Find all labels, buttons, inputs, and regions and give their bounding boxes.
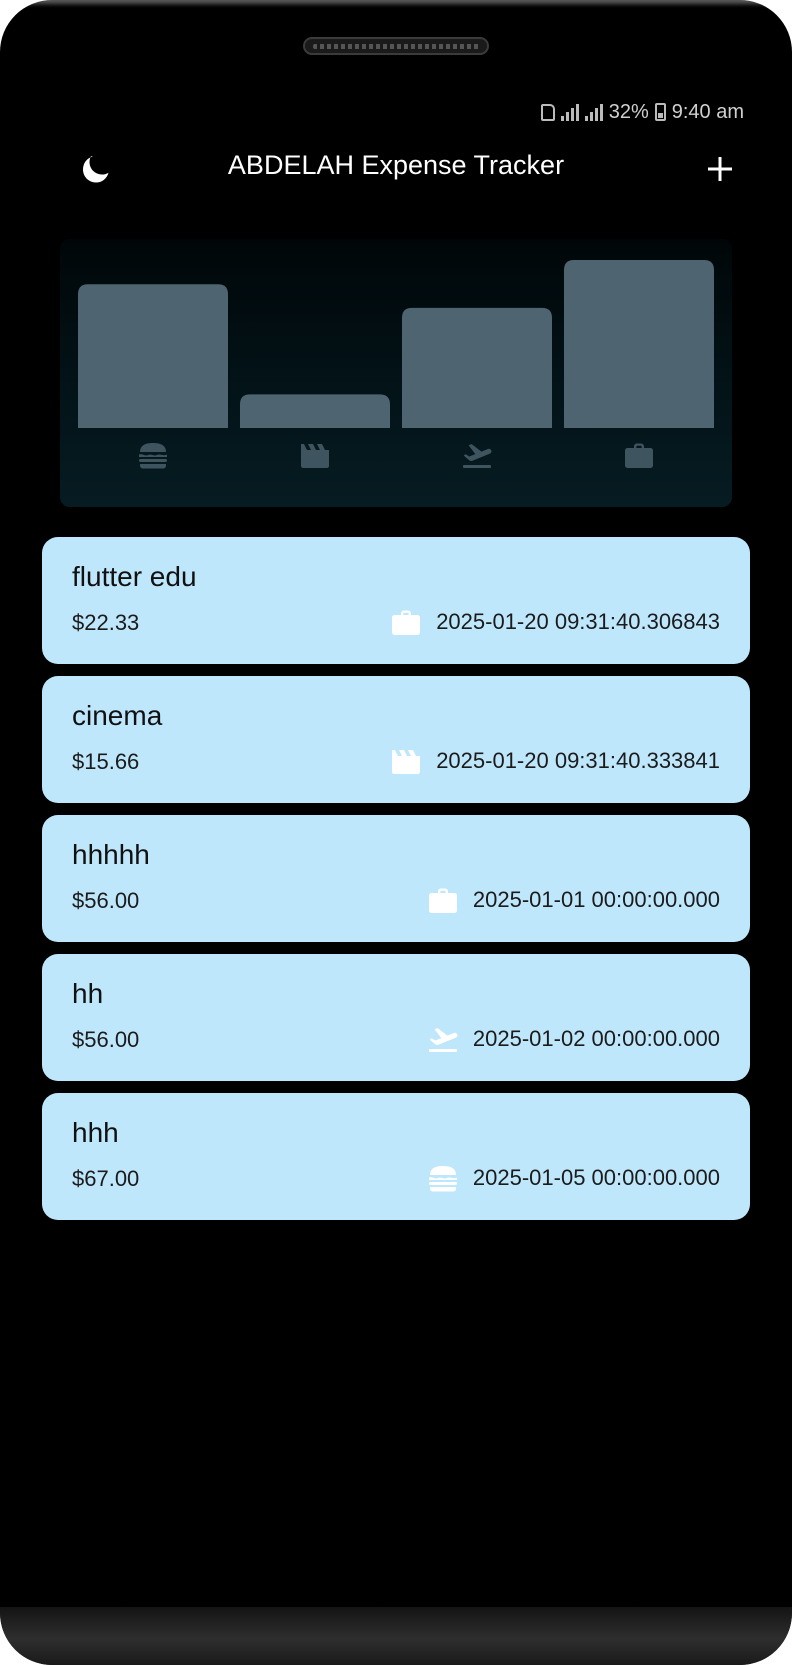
expense-card[interactable]: flutter edu $22.33 2025-01-20 09:31:40.306… <box>42 537 750 664</box>
expense-title: hhhhh <box>72 839 150 870</box>
expense-date: 2025-01-05 00:00:00.000 <box>472 1165 720 1190</box>
expense-meta: 2025-01-20 09:31:40.333841 <box>390 745 720 777</box>
phone-top-edge <box>0 0 792 30</box>
expense-title: hhh <box>72 1117 119 1148</box>
earpiece-speaker <box>303 37 489 55</box>
add-expense-button[interactable] <box>706 155 734 183</box>
expense-amount: $56.00 <box>72 1027 140 1052</box>
status-bar: 32% 9:40 am <box>540 98 744 126</box>
app-title: ABDELAH Expense Tracker <box>227 150 565 180</box>
expense-date: 2025-01-01 00:00:00.000 <box>472 887 720 912</box>
signal-strength-icon <box>560 103 579 121</box>
battery-percent: 32% <box>608 100 649 123</box>
battery-icon <box>654 103 666 121</box>
expense-card[interactable]: hhhhh $56.00 2025-01-01 00:00:00.000 <box>42 815 750 942</box>
chart-bar-work <box>564 260 714 428</box>
clapperboard-icon <box>301 444 329 468</box>
briefcase-icon <box>390 606 422 638</box>
expense-date: 2025-01-20 09:31:40.306843 <box>436 609 720 634</box>
clock: 9:40 am <box>671 100 744 123</box>
moon-icon[interactable] <box>80 153 112 185</box>
chart-canvas <box>78 260 714 469</box>
sim-card-icon <box>540 103 555 121</box>
flight-takeoff-icon <box>463 444 492 468</box>
expense-amount: $15.66 <box>72 749 140 774</box>
chart-bar-food <box>78 284 228 428</box>
expense-title: flutter edu <box>72 561 197 592</box>
expense-list: flutter edu $22.33 2025-01-20 09:31:40.306… <box>42 537 750 1232</box>
briefcase-icon <box>625 443 653 468</box>
flight-takeoff-icon <box>427 1023 459 1055</box>
expense-amount: $56.00 <box>72 888 140 913</box>
expense-date: 2025-01-02 00:00:00.000 <box>472 1026 720 1051</box>
expense-amount: $22.33 <box>72 610 140 635</box>
burger-icon <box>427 1162 459 1194</box>
expense-title: hh <box>72 978 104 1009</box>
clapperboard-icon <box>390 745 422 777</box>
phone-chin <box>0 1607 792 1665</box>
signal-strength-icon <box>584 103 603 121</box>
expense-meta: 2025-01-05 00:00:00.000 <box>427 1162 720 1194</box>
expense-chart <box>60 239 732 507</box>
expense-meta: 2025-01-20 09:31:40.306843 <box>390 606 720 638</box>
phone-frame: 32% 9:40 am ABDELAH Expense Tracker flut… <box>0 0 792 1665</box>
chart-bar-leisure <box>240 394 390 428</box>
expense-card[interactable]: hh $56.00 2025-01-02 00:00:00.000 <box>42 954 750 1081</box>
expense-title: cinema <box>72 700 163 731</box>
expense-date: 2025-01-20 09:31:40.333841 <box>436 748 720 773</box>
burger-icon <box>139 443 167 469</box>
expense-card[interactable]: hhh $67.00 2025-01-05 00:00:00.000 <box>42 1093 750 1220</box>
expense-amount: $67.00 <box>72 1166 140 1191</box>
expense-meta: 2025-01-01 00:00:00.000 <box>427 884 720 916</box>
app-bar: ABDELAH Expense Tracker <box>0 140 792 202</box>
chart-bar-travel <box>402 307 552 428</box>
briefcase-icon <box>427 884 459 916</box>
expense-meta: 2025-01-02 00:00:00.000 <box>427 1023 720 1055</box>
expense-card[interactable]: cinema $15.66 2025-01-20 09:31:40.333841 <box>42 676 750 803</box>
